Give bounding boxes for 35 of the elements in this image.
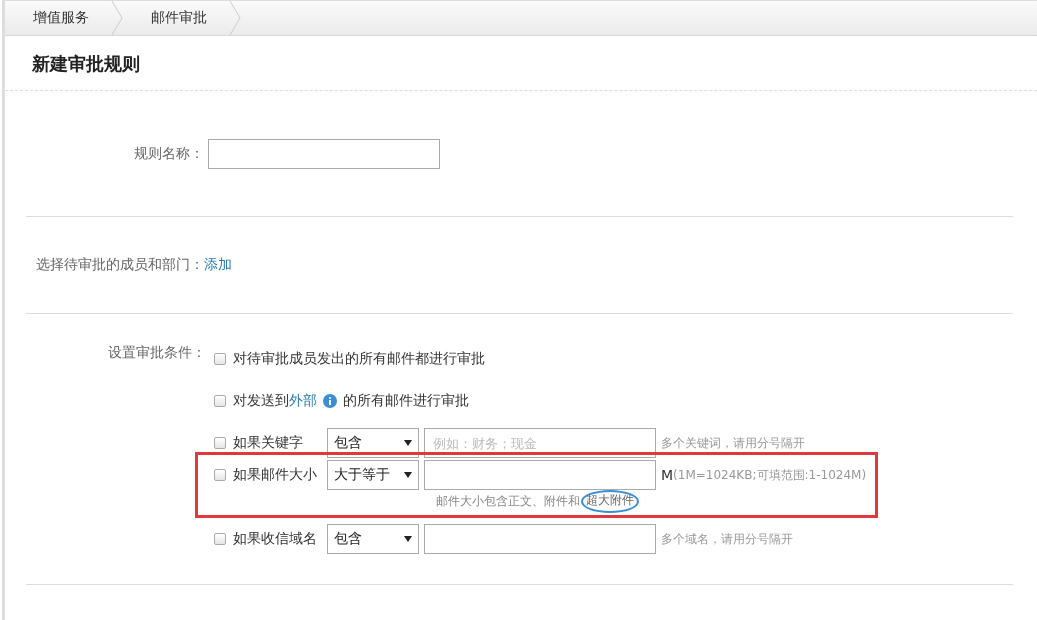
option-label: 的所有邮件进行审批 xyxy=(343,392,469,410)
checkbox[interactable] xyxy=(214,437,226,449)
checkbox[interactable] xyxy=(214,469,226,481)
note-text: 多个关键词，请用分号隔开 xyxy=(661,434,805,452)
breadcrumb-link[interactable]: 增值服务 xyxy=(33,9,89,27)
chevron-icon xyxy=(111,1,123,35)
checkbox[interactable] xyxy=(214,395,226,407)
field-label: 规则名称： xyxy=(134,144,204,163)
caret-icon[interactable] xyxy=(404,472,412,478)
chevron-icon xyxy=(229,1,241,35)
hint-text: 邮件大小包含正文、附件和 超大附件 xyxy=(436,493,639,510)
option-label: 对发送到 xyxy=(233,392,289,410)
operator-dropdown[interactable]: 大于等于 xyxy=(327,460,419,490)
field-label: 选择待审批的成员和部门： xyxy=(36,256,204,274)
caret-icon[interactable] xyxy=(404,536,412,542)
add-link[interactable]: 添加 xyxy=(204,256,232,274)
value-field[interactable] xyxy=(424,460,656,490)
option-label: 如果邮件大小 xyxy=(233,466,318,484)
option-label: 如果关键字 xyxy=(233,434,304,452)
rule-name-field[interactable] xyxy=(208,138,440,169)
operator-dropdown[interactable]: 包含 xyxy=(327,524,419,554)
unit-label: M xyxy=(661,467,674,483)
checkbox[interactable] xyxy=(214,533,226,545)
note-text: (1M=1024KB;可填范围:1-1024M) xyxy=(673,466,867,484)
value-field[interactable] xyxy=(424,524,656,554)
checkbox[interactable] xyxy=(214,353,226,365)
option-label: 如果收信域名 xyxy=(233,530,318,548)
page-title: 新建审批规则 xyxy=(5,36,1037,91)
note-text: 多个域名，请用分号隔开 xyxy=(661,530,793,548)
field-label: 设置审批条件： xyxy=(108,344,207,362)
caret-icon[interactable] xyxy=(404,440,412,446)
info-icon[interactable] xyxy=(323,394,337,408)
external-link[interactable]: 外部 xyxy=(289,392,317,410)
breadcrumb-link[interactable]: 邮件审批 xyxy=(151,9,207,27)
option-label: 对待审批成员发出的所有邮件都进行审批 xyxy=(233,350,485,368)
